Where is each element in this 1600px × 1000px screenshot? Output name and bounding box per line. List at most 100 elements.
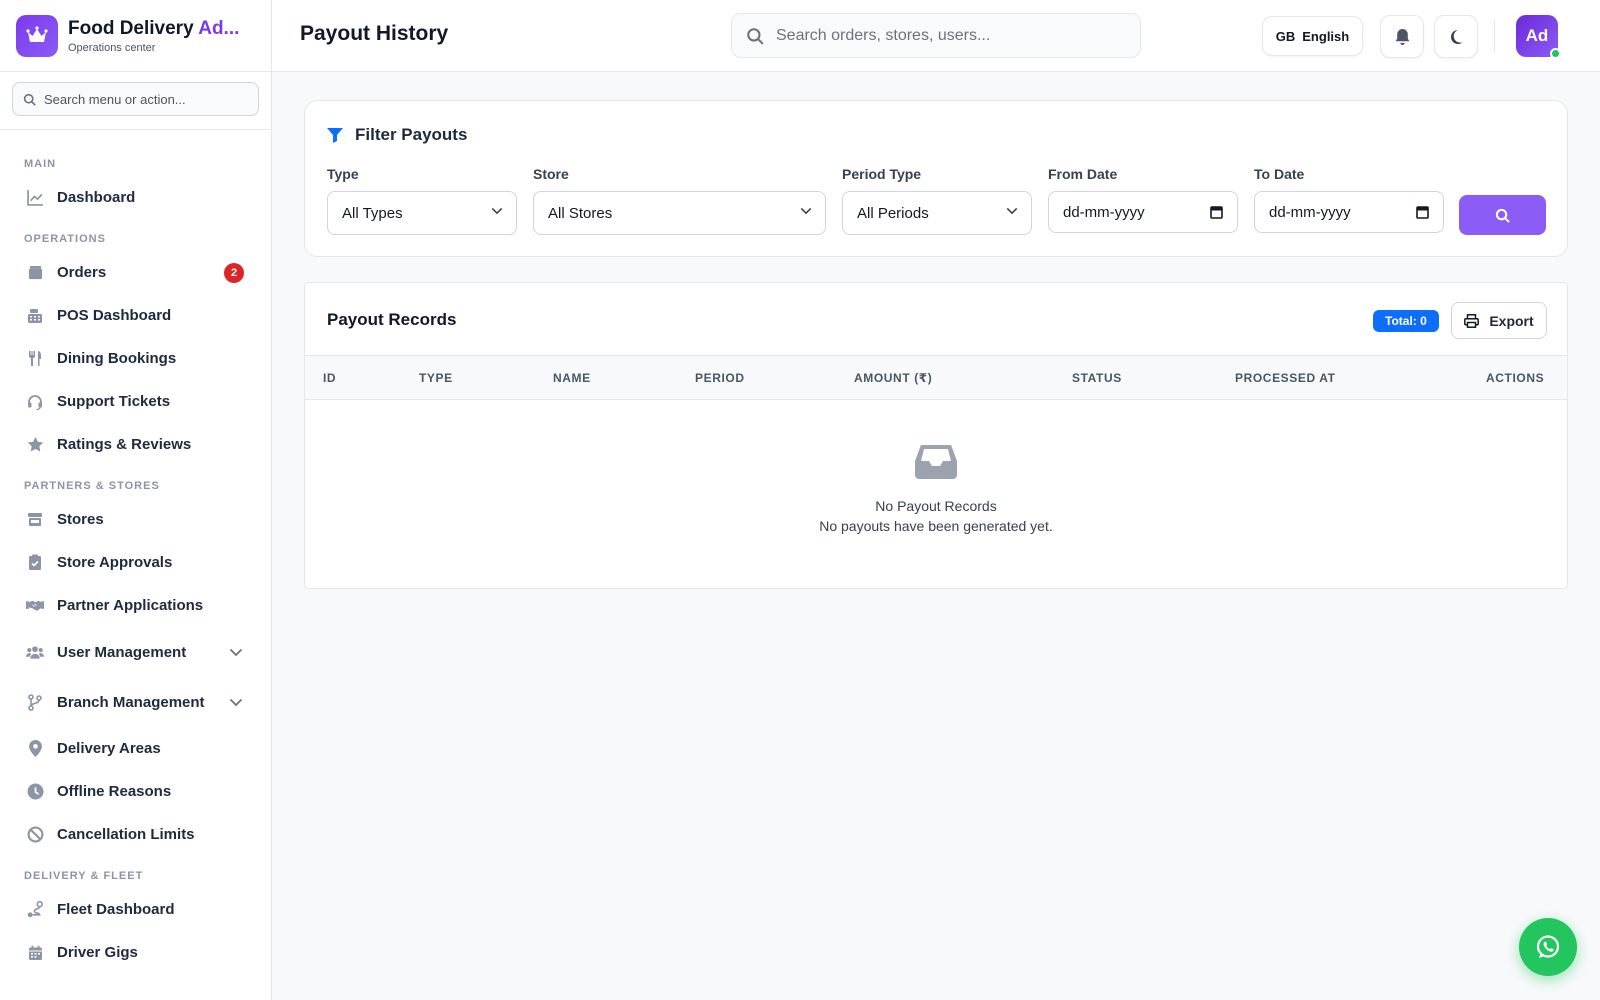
column-header-status[interactable]: STATUS [1072,371,1122,385]
sidebar-item-pos-dashboard[interactable]: POS Dashboard [0,294,271,337]
star-icon [26,436,44,454]
search-icon [1495,208,1510,223]
column-header-type[interactable]: TYPE [419,371,453,385]
sidebar-item-stores[interactable]: Stores [0,498,271,541]
sidebar-item-branch-management[interactable]: Branch Management [0,677,271,727]
apply-filter-button[interactable] [1459,195,1546,235]
sidebar-item-dashboard[interactable]: Dashboard [0,176,271,219]
top-header: Payout History GB English Ad [272,0,1600,72]
sidebar-search [12,82,259,116]
sidebar-item-label: User Management [57,643,187,661]
column-header-amount[interactable]: AMOUNT (₹) [854,371,932,385]
global-search-input[interactable] [776,26,1116,45]
sidebar-item-support-tickets[interactable]: Support Tickets [0,380,271,423]
chevron-down-icon [229,698,243,706]
search-icon [747,27,764,45]
total-badge: Total: 0 [1373,310,1439,332]
code-branch-icon [26,693,44,711]
search-icon [23,93,36,106]
store-icon [26,511,44,529]
language-code: GB [1275,28,1296,44]
sidebar-item-driver-gigs[interactable]: Driver Gigs [0,931,271,974]
sidebar-search-input[interactable] [44,91,244,107]
language-switcher[interactable]: GB English [1262,16,1363,56]
sidebar-item-label: Branch Management [57,693,205,711]
column-header-id[interactable]: ID [323,371,336,385]
sidebar-item-delivery-areas[interactable]: Delivery Areas [0,727,271,770]
sidebar-item-label: Driver Gigs [57,944,138,961]
calendar-icon[interactable] [1416,205,1429,219]
users-icon [26,643,44,661]
table-header: ID TYPE NAME PERIOD AMOUNT (₹) STATUS PR… [305,355,1567,400]
sidebar-item-label: Orders [57,264,107,281]
ban-icon [26,826,44,844]
user-avatar[interactable]: Ad [1516,15,1561,59]
sidebar-item-label: Offline Reasons [57,783,172,800]
bell-icon [1395,28,1409,45]
clipboard-check-icon [26,554,44,572]
chevron-down-icon [1006,207,1018,215]
orders-count-badge: 2 [224,262,244,283]
type-select[interactable]: All Types [327,191,517,235]
language-label: English [1302,28,1350,44]
sidebar-item-user-management[interactable]: User Management [0,627,271,677]
brand[interactable]: Food Delivery Ad... Operations center [0,0,271,72]
filter-icon [327,127,343,143]
to-date-input[interactable]: dd-mm-yyyy [1254,191,1444,233]
sidebar-item-fleet-dashboard[interactable]: Fleet Dashboard [0,888,271,931]
sidebar-item-label: Store Approvals [57,554,173,571]
to-date-label: To Date [1254,166,1305,182]
column-header-processed-at[interactable]: PROCESSED AT [1235,371,1336,385]
sidebar-item-offline-reasons[interactable]: Offline Reasons [0,770,271,813]
sidebar-item-partner-applications[interactable]: Partner Applications [0,584,271,627]
from-date-input[interactable]: dd-mm-yyyy [1048,191,1238,233]
chevron-down-icon [491,207,503,215]
utensils-icon [26,350,44,368]
export-label: Export [1489,312,1534,329]
sidebar-item-ratings-reviews[interactable]: Ratings & Reviews [0,423,271,466]
column-header-name[interactable]: NAME [553,371,591,385]
chevron-down-icon [229,648,243,656]
box-icon [26,264,44,282]
cash-register-icon [26,307,44,325]
payout-records-card: Payout Records Total: 0 Export ID TYPE N… [304,282,1568,589]
empty-state-message: No payouts have been generated yet. [819,518,1053,534]
from-date-label: From Date [1048,166,1118,182]
online-status-dot [1550,48,1561,59]
brand-title: Food Delivery Ad... [68,17,240,39]
store-label: Store [533,166,569,182]
period-type-select[interactable]: All Periods [842,191,1032,235]
sidebar-item-dining-bookings[interactable]: Dining Bookings [0,337,271,380]
sidebar-item-cancellation-limits[interactable]: Cancellation Limits [0,813,271,856]
type-select-value: All Types [342,204,403,222]
notifications-button[interactable] [1380,15,1424,58]
brand-subtitle: Operations center [68,41,156,54]
calendar-icon [26,944,44,962]
theme-toggle-button[interactable] [1434,15,1478,58]
filter-title: Filter Payouts [327,125,467,145]
store-select[interactable]: All Stores [533,191,826,235]
clock-icon [26,783,44,801]
empty-state-title: No Payout Records [875,498,997,514]
sidebar-item-orders[interactable]: Orders 2 [0,251,271,294]
map-pin-icon [26,740,44,758]
handshake-icon [26,597,44,615]
export-button[interactable]: Export [1451,302,1547,339]
type-label: Type [327,166,359,182]
period-type-label: Period Type [842,166,922,182]
filter-card: Filter Payouts Type All Types Store All … [304,100,1568,257]
nav-section-main: MAIN [24,158,57,170]
crown-icon [16,14,58,57]
sidebar-item-label: Fleet Dashboard [57,901,175,918]
column-header-actions[interactable]: ACTIONS [1486,371,1544,385]
sidebar-item-label: Delivery Areas [57,740,161,757]
sidebar-nav: MAIN Dashboard OPERATIONS Orders 2 POS D… [0,130,271,974]
chevron-down-icon [800,207,812,215]
column-header-period[interactable]: PERIOD [695,371,745,385]
sidebar-item-store-approvals[interactable]: Store Approvals [0,541,271,584]
calendar-icon[interactable] [1210,205,1223,219]
whatsapp-chat-button[interactable] [1519,918,1577,976]
sidebar-item-label: Ratings & Reviews [57,436,192,453]
chart-line-icon [26,189,44,207]
header-divider [1494,20,1495,52]
